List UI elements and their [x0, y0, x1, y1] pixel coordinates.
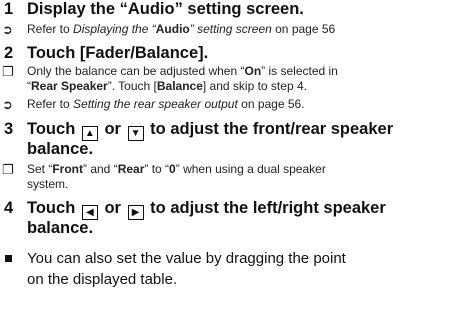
- right-arrow-button-icon: ▶: [127, 205, 144, 220]
- step-number: 3: [4, 120, 14, 138]
- left-arrow-button-icon: ◀: [81, 205, 98, 220]
- up-arrow-button-icon: ▲: [81, 126, 98, 141]
- reference-arrow-icon: ➲: [2, 22, 13, 37]
- manual-page: 1 Display the “Audio” setting screen. ➲ …: [2, 0, 394, 288]
- note-checkbox-icon: ❐: [2, 162, 14, 177]
- down-arrow-button-icon: ▼: [127, 126, 144, 141]
- reference-arrow-icon: ➲: [2, 97, 13, 112]
- step-title: Display the “Audio” setting screen.: [27, 0, 304, 18]
- step-number: 2: [4, 44, 14, 62]
- bullet-square-icon: [5, 255, 12, 262]
- step-title: Touch [Fader/Balance].: [27, 44, 209, 62]
- step-number: 4: [4, 199, 14, 217]
- note-checkbox-icon: ❐: [2, 64, 14, 79]
- step-number: 1: [4, 0, 14, 18]
